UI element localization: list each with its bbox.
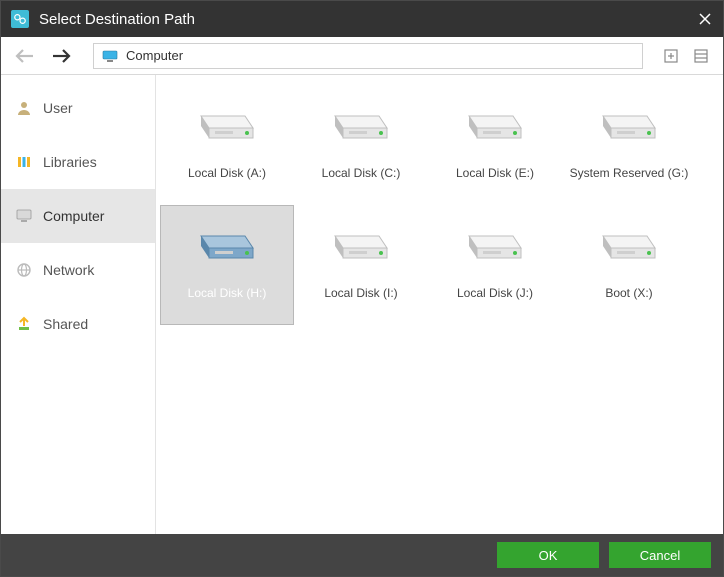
new-folder-button[interactable] <box>659 44 683 68</box>
nav-forward-button[interactable] <box>47 42 75 70</box>
drive-item-j[interactable]: Local Disk (J:) <box>428 205 562 325</box>
window-title: Select Destination Path <box>39 11 687 28</box>
drive-item-i[interactable]: Local Disk (I:) <box>294 205 428 325</box>
titlebar: Select Destination Path <box>1 1 723 37</box>
sidebar-item-network[interactable]: Network <box>1 243 155 297</box>
toolbar: Computer <box>1 37 723 75</box>
cancel-button[interactable]: Cancel <box>609 542 711 568</box>
view-list-button[interactable] <box>689 44 713 68</box>
sidebar-item-label: User <box>43 100 73 116</box>
computer-icon <box>15 207 33 225</box>
drive-item-c[interactable]: Local Disk (C:) <box>294 85 428 205</box>
sidebar-item-label: Computer <box>43 208 104 224</box>
sidebar-item-computer[interactable]: Computer <box>1 189 155 243</box>
computer-icon <box>102 50 118 62</box>
footer: OK Cancel <box>1 534 723 576</box>
nav-back-button[interactable] <box>11 42 39 70</box>
network-icon <box>15 261 33 279</box>
drive-label: Local Disk (H:) <box>184 286 271 300</box>
sidebar-item-user[interactable]: User <box>1 81 155 135</box>
sidebar: User Libraries Computer Network <box>1 75 156 534</box>
drive-item-a[interactable]: Local Disk (A:) <box>160 85 294 205</box>
sidebar-item-libraries[interactable]: Libraries <box>1 135 155 189</box>
drive-label: Local Disk (E:) <box>452 166 538 180</box>
drive-item-h[interactable]: Local Disk (H:) <box>160 205 294 325</box>
address-bar[interactable]: Computer <box>93 43 643 69</box>
drive-label: Local Disk (J:) <box>453 286 537 300</box>
drive-label: Local Disk (I:) <box>320 286 401 300</box>
close-button[interactable] <box>687 1 723 37</box>
address-path: Computer <box>126 48 183 63</box>
drive-label: System Reserved (G:) <box>566 166 693 180</box>
content-area: Local Disk (A:) Local Disk (C:) Local Di… <box>156 75 723 534</box>
drive-item-e[interactable]: Local Disk (E:) <box>428 85 562 205</box>
drive-item-g[interactable]: System Reserved (G:) <box>562 85 696 205</box>
user-icon <box>15 99 33 117</box>
sidebar-item-label: Shared <box>43 316 88 332</box>
drive-label: Local Disk (A:) <box>184 166 270 180</box>
app-icon <box>11 10 29 28</box>
libraries-icon <box>15 153 33 171</box>
drive-label: Local Disk (C:) <box>318 166 405 180</box>
shared-icon <box>15 315 33 333</box>
sidebar-item-label: Network <box>43 262 94 278</box>
sidebar-item-shared[interactable]: Shared <box>1 297 155 351</box>
drive-label: Boot (X:) <box>601 286 656 300</box>
ok-button[interactable]: OK <box>497 542 599 568</box>
sidebar-item-label: Libraries <box>43 154 97 170</box>
drive-item-x[interactable]: Boot (X:) <box>562 205 696 325</box>
